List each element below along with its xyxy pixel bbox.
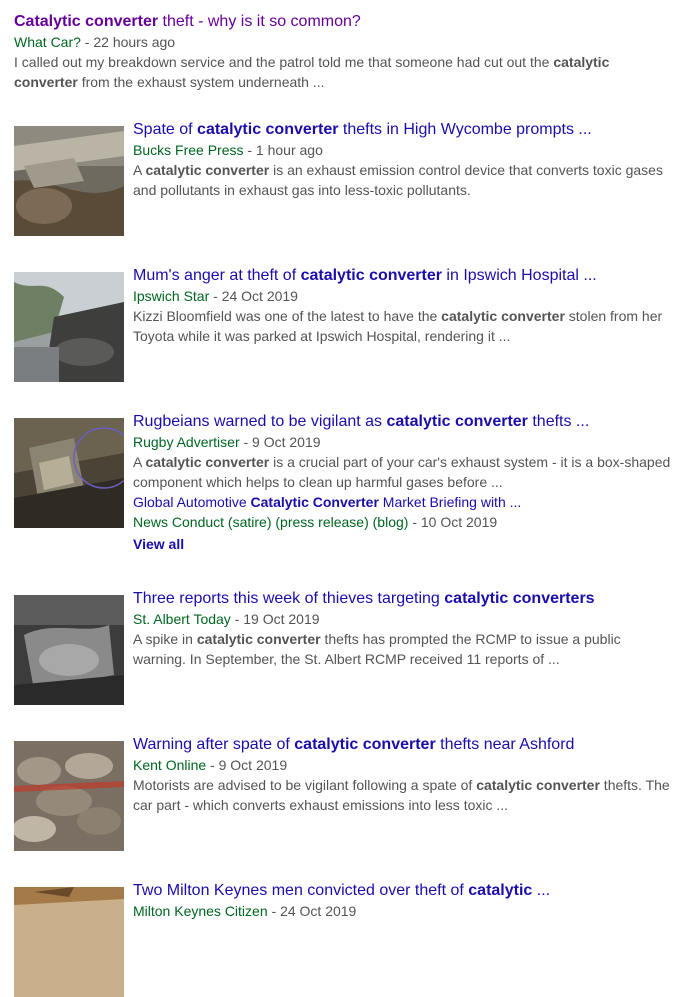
text-segment: Two Milton Keynes men convicted over the… (133, 882, 469, 899)
text-segment: A (133, 162, 146, 178)
related-story-link[interactable]: Global Automotive Catalytic Converter Ma… (133, 492, 677, 512)
converter-closeup-photo (14, 418, 124, 528)
result-thumbnail[interactable] (14, 887, 124, 997)
result-title-link[interactable]: Rugbeians warned to be vigilant as catal… (133, 412, 677, 432)
result-meta: Milton Keynes Citizen - 24 Oct 2019 (133, 901, 677, 921)
highlighted-term: Catalytic Converter (250, 494, 379, 510)
related-story-time: - 10 Oct 2019 (408, 514, 498, 530)
result-source: Rugby Advertiser (133, 434, 240, 450)
text-segment: Mum's anger at theft of (133, 267, 301, 284)
result-thumbnail[interactable] (14, 126, 124, 236)
highlighted-term: Catalytic converter (14, 13, 159, 30)
text-segment: Three reports this week of thieves targe… (133, 590, 445, 607)
result-time: - 24 Oct 2019 (267, 903, 357, 919)
text-segment: A (133, 454, 146, 470)
text-segment: thefts ... (527, 413, 590, 430)
text-segment: in Ipswich Hospital ... (441, 267, 597, 284)
result-meta: Kent Online - 9 Oct 2019 (133, 755, 677, 775)
result-source: Kent Online (133, 757, 207, 773)
highlighted-term: catalytic converter (145, 454, 270, 470)
result-time: - 24 Oct 2019 (209, 288, 298, 304)
scrap-pile-photo (14, 741, 124, 851)
result-title-link[interactable]: Two Milton Keynes men convicted over the… (133, 881, 677, 901)
highlighted-term: catalytic converter (294, 736, 436, 753)
result-meta: St. Albert Today - 19 Oct 2019 (133, 609, 677, 629)
result-title-link[interactable]: Mum's anger at theft of catalytic conver… (133, 266, 677, 286)
result-thumbnail[interactable] (14, 272, 124, 382)
text-segment: thefts in High Wycombe prompts ... (338, 121, 592, 138)
text-segment: thefts near Ashford (435, 736, 575, 753)
text-segment: I called out my breakdown service and th… (14, 54, 554, 70)
result-title-link[interactable]: Three reports this week of thieves targe… (133, 589, 677, 609)
result-time: - 1 hour ago (243, 142, 323, 158)
highlighted-term: catalytic converter (441, 308, 565, 324)
result-source: Bucks Free Press (133, 142, 244, 158)
result-title-link[interactable]: Catalytic converter theft - why is it so… (14, 12, 681, 32)
related-story-source: News Conduct (satire) (press release) (b… (133, 514, 409, 530)
text-segment: ... (532, 882, 551, 899)
result-snippet: A spike in catalytic converter thefts ha… (133, 629, 677, 669)
result-meta: Ipswich Star - 24 Oct 2019 (133, 286, 677, 306)
text-segment: A spike in (133, 631, 197, 647)
security-camera-photo (14, 595, 124, 705)
result-source: Ipswich Star (133, 288, 210, 304)
car-underside-photo (14, 272, 124, 382)
result-meta: Bucks Free Press - 1 hour ago (133, 140, 677, 160)
result-meta: What Car? - 22 hours ago (14, 32, 681, 52)
text-segment: Market Briefing with ... (378, 494, 522, 510)
result-time: - 9 Oct 2019 (206, 757, 288, 773)
text-segment: Global Automotive (133, 494, 251, 510)
result-thumbnail[interactable] (14, 741, 124, 851)
news-result: Catalytic converter theft - why is it so… (14, 12, 681, 92)
text-segment: Spate of (133, 121, 198, 138)
highlighted-term: catalytic converter (476, 777, 600, 793)
result-source: Milton Keynes Citizen (133, 903, 268, 919)
view-all-link[interactable]: View all (133, 534, 184, 554)
highlighted-term: catalytic converter (196, 631, 321, 647)
highlighted-term: catalytic (468, 882, 533, 899)
related-story-meta: News Conduct (satire) (press release) (b… (133, 512, 677, 532)
highlighted-term: catalytic converter (197, 121, 339, 138)
highlighted-term: catalytic converters (444, 590, 595, 607)
exhaust-pipe-photo (14, 126, 124, 236)
sky-photo (14, 887, 124, 997)
result-thumbnail[interactable] (14, 418, 124, 528)
result-time: - 22 hours ago (80, 34, 176, 50)
result-snippet: Kizzi Bloomfield was one of the latest t… (133, 306, 677, 346)
result-snippet: Motorists are advised to be vigilant fol… (133, 775, 677, 815)
result-source: St. Albert Today (133, 611, 231, 627)
text-segment: from the exhaust system underneath ... (77, 74, 325, 90)
highlighted-term: catalytic converter (145, 162, 270, 178)
result-title-link[interactable]: Spate of catalytic converter thefts in H… (133, 120, 677, 140)
text-segment: Motorists are advised to be vigilant fol… (133, 777, 477, 793)
result-snippet: A catalytic converter is an exhaust emis… (133, 160, 677, 200)
result-source: What Car? (14, 34, 81, 50)
result-snippet: I called out my breakdown service and th… (14, 52, 634, 92)
text-segment: Warning after spate of (133, 736, 295, 753)
result-title-link[interactable]: Warning after spate of catalytic convert… (133, 735, 677, 755)
result-snippet: A catalytic converter is a crucial part … (133, 452, 677, 492)
text-segment: Rugbeians warned to be vigilant as (133, 413, 387, 430)
result-time: - 9 Oct 2019 (239, 434, 321, 450)
result-thumbnail[interactable] (14, 595, 124, 705)
highlighted-term: catalytic converter (300, 267, 442, 284)
highlighted-term: catalytic converter (386, 413, 528, 430)
text-segment: Kizzi Bloomfield was one of the latest t… (133, 308, 442, 324)
result-time: - 19 Oct 2019 (230, 611, 320, 627)
result-meta: Rugby Advertiser - 9 Oct 2019 (133, 432, 677, 452)
text-segment: theft - why is it so common? (158, 13, 361, 30)
